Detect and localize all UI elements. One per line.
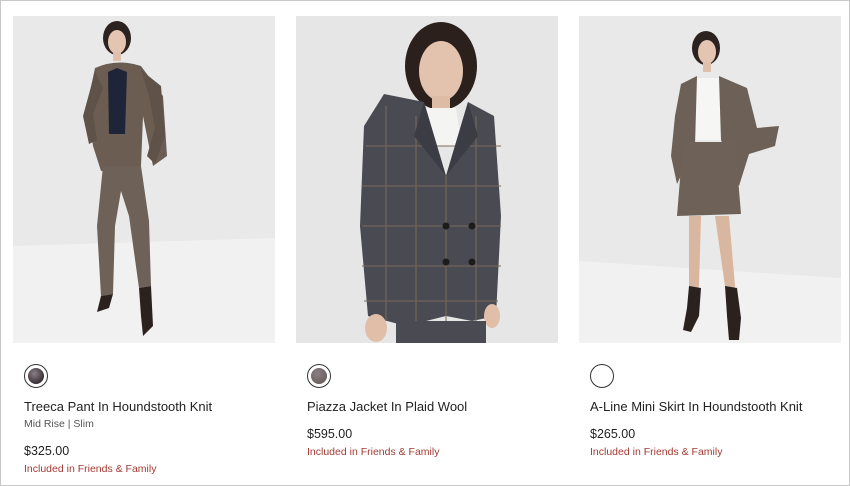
product-image[interactable] — [13, 16, 275, 343]
product-price: $325.00 — [24, 444, 70, 458]
swatch-color — [594, 368, 610, 384]
product-name[interactable]: Piazza Jacket In Plaid Wool — [307, 399, 467, 414]
swatch-color — [311, 368, 327, 384]
product-image[interactable] — [296, 16, 558, 343]
color-swatch[interactable] — [24, 364, 48, 388]
promo-label: Included in Friends & Family — [24, 463, 157, 475]
product-price: $265.00 — [590, 427, 636, 441]
color-swatch[interactable] — [307, 364, 331, 388]
product-card[interactable]: Piazza Jacket In Plaid Wool $595.00 Incl… — [296, 16, 558, 458]
product-name[interactable]: A-Line Mini Skirt In Houndstooth Knit — [590, 399, 802, 414]
product-image[interactable] — [579, 16, 841, 343]
product-card[interactable]: A-Line Mini Skirt In Houndstooth Knit $2… — [579, 16, 841, 458]
product-card[interactable]: Treeca Pant In Houndstooth Knit Mid Rise… — [13, 16, 275, 475]
product-name[interactable]: Treeca Pant In Houndstooth Knit — [24, 399, 212, 414]
promo-label: Included in Friends & Family — [590, 446, 723, 458]
product-price: $595.00 — [307, 427, 353, 441]
product-grid: Treeca Pant In Houndstooth Knit Mid Rise… — [0, 0, 850, 486]
promo-label: Included in Friends & Family — [307, 446, 440, 458]
color-swatch[interactable] — [590, 364, 614, 388]
product-fit: Mid Rise | Slim — [24, 418, 94, 430]
swatch-color — [28, 368, 44, 384]
